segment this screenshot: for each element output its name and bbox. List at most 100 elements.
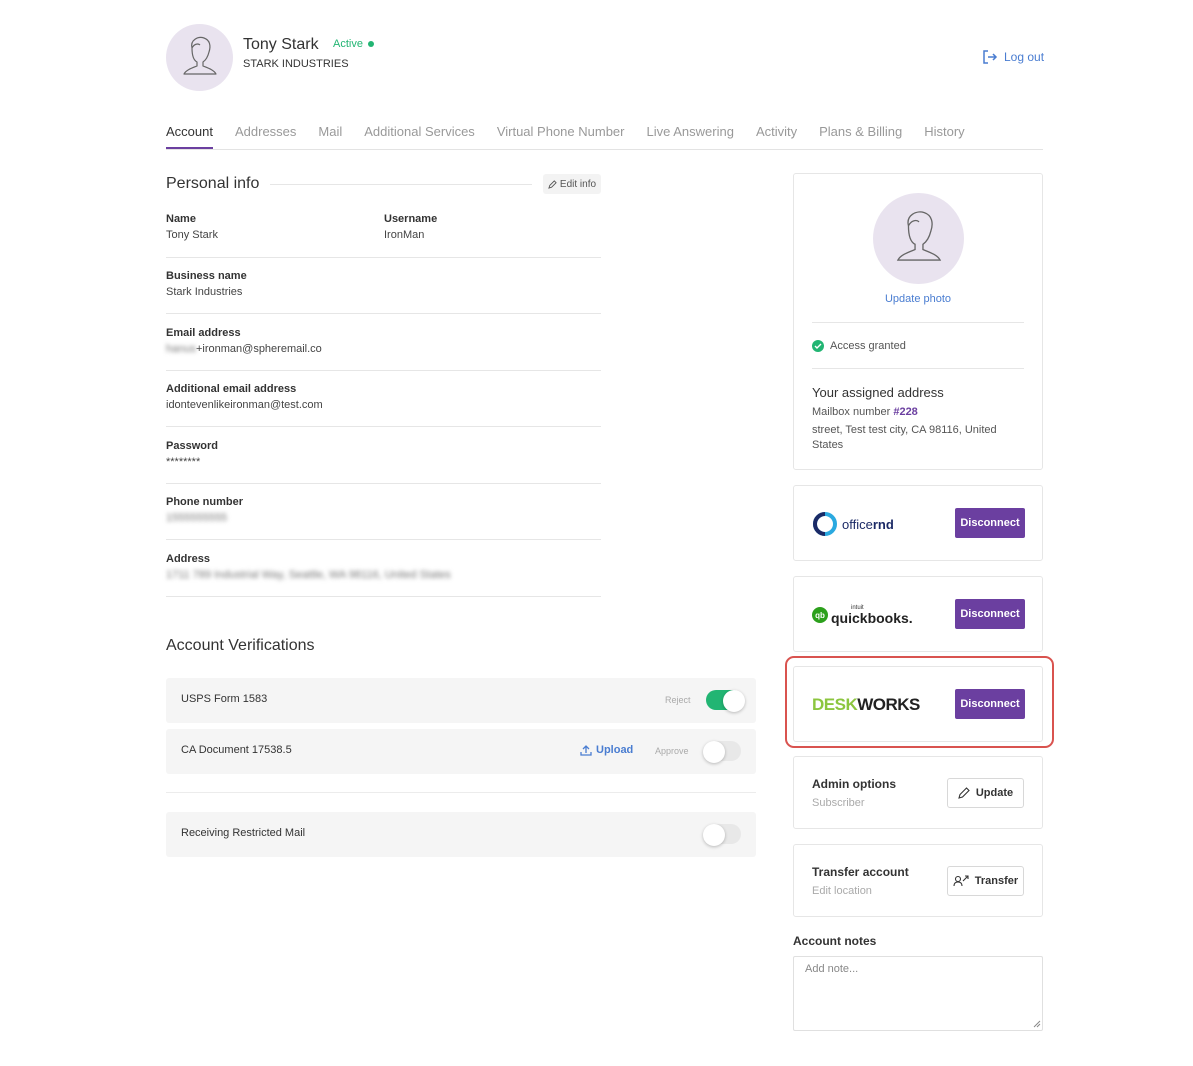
transfer-label: Transfer (974, 875, 1019, 887)
quickbooks-disconnect-button[interactable]: Disconnect (955, 599, 1025, 629)
verification-label: CA Document 17538.5 (181, 744, 292, 756)
name-value: Tony Stark (166, 229, 218, 241)
highlight-outline (785, 656, 1054, 748)
tab-bar: Account Addresses Mail Additional Servic… (166, 124, 1043, 150)
password-value: ******** (166, 456, 201, 468)
mailbox-number: Mailbox number #228 (812, 406, 918, 418)
field-divider (166, 257, 601, 258)
update-button[interactable]: Update (947, 778, 1024, 808)
access-status: Access granted (812, 340, 906, 352)
resize-handle-icon[interactable] (1033, 1020, 1041, 1028)
upload-icon (580, 745, 592, 756)
field-divider (166, 313, 601, 314)
email-label: Email address (166, 327, 241, 339)
admin-options-title: Admin options (812, 777, 896, 791)
card-divider (812, 322, 1024, 323)
edit-info-label: Edit info (559, 178, 597, 190)
verification-row-ca-document: CA Document 17538.5 Upload Approve (166, 729, 756, 774)
toggle-knob (703, 741, 725, 763)
tab-addresses[interactable]: Addresses (235, 124, 296, 149)
mailbox-label: Mailbox number (812, 406, 891, 418)
password-field: Password ******** (166, 440, 601, 468)
transfer-button[interactable]: Transfer (947, 866, 1024, 896)
password-label: Password (166, 440, 218, 452)
pencil-icon (958, 787, 970, 799)
status-label: Active (333, 38, 363, 50)
section-divider (270, 184, 532, 185)
address-label: Address (166, 553, 211, 565)
reject-label: Reject (665, 695, 691, 705)
field-divider (166, 370, 601, 371)
toggle-knob (723, 690, 745, 712)
integration-card-quickbooks: qb intuit quickbooks. Disconnect (793, 576, 1043, 652)
status-dot-icon (367, 41, 374, 47)
tab-virtual-phone-number[interactable]: Virtual Phone Number (497, 124, 625, 149)
tab-history[interactable]: History (924, 124, 964, 149)
business-field: Business name Stark Industries (166, 270, 601, 298)
restricted-mail-toggle[interactable] (703, 824, 741, 846)
name-field: Name Tony Stark (166, 213, 366, 241)
email-field: Email address hanus+ironman@spheremail.c… (166, 327, 601, 355)
business-value: Stark Industries (166, 286, 243, 298)
check-circle-icon (812, 340, 824, 352)
assigned-address-title: Your assigned address (812, 385, 944, 400)
username-field: Username IronMan (384, 213, 584, 241)
verification-label: USPS Form 1583 (181, 693, 268, 705)
email-value: hanus+ironman@spheremail.co (166, 343, 601, 355)
assigned-street: street, Test test city, CA 98116, United… (812, 424, 997, 451)
phone-label: Phone number (166, 496, 244, 508)
email-visible-part: +ironman@spheremail.co (195, 343, 322, 355)
restricted-mail-row: Receiving Restricted Mail (166, 812, 756, 857)
phone-value: 1555555555 (166, 512, 228, 524)
access-label: Access granted (830, 340, 906, 352)
transfer-title: Transfer account (812, 865, 909, 879)
officernd-disconnect-button[interactable]: Disconnect (955, 508, 1025, 538)
tab-mail[interactable]: Mail (318, 124, 342, 149)
business-label: Business name (166, 270, 247, 282)
admin-options-subtitle: Subscriber (812, 797, 865, 809)
profile-card: Update photo Access granted Your assigne… (793, 173, 1043, 470)
card-divider (812, 368, 1024, 369)
upload-button[interactable]: Upload (580, 744, 633, 756)
username-label: Username (384, 213, 438, 225)
edit-info-button[interactable]: Edit info (543, 174, 601, 194)
transfer-account-card: Transfer account Edit location Transfer (793, 844, 1043, 917)
person-silhouette-icon (182, 36, 217, 75)
phone-field: Phone number 1555555555 (166, 496, 601, 524)
tab-account[interactable]: Account (166, 124, 213, 149)
email-redacted-prefix: hanus (166, 343, 196, 355)
personal-info-title: Personal info (166, 175, 260, 192)
account-notes-label: Account notes (793, 934, 877, 948)
officernd-logo-text-a: office (842, 516, 873, 532)
pencil-icon (548, 179, 557, 189)
ca-document-toggle[interactable] (703, 741, 741, 763)
additional-email-field: Additional email address idontevenlikeir… (166, 383, 601, 411)
field-divider (166, 483, 601, 484)
section-divider (166, 792, 756, 793)
logout-link[interactable]: Log out (982, 50, 1044, 64)
account-notes-input[interactable] (793, 956, 1043, 1031)
additional-email-value: idontevenlikeironman@test.com (166, 399, 323, 411)
update-label: Update (975, 787, 1014, 799)
quickbooks-logo-text: quickbooks. (831, 610, 913, 626)
restricted-mail-label: Receiving Restricted Mail (181, 827, 306, 839)
update-photo-link[interactable]: Update photo (794, 293, 1042, 305)
tab-plans-billing[interactable]: Plans & Billing (819, 124, 902, 149)
svg-text:qb: qb (815, 611, 825, 620)
user-name: Tony Stark (243, 36, 319, 53)
usps-form-toggle[interactable] (706, 690, 745, 712)
admin-options-card: Admin options Subscriber Update (793, 756, 1043, 829)
tab-live-answering[interactable]: Live Answering (646, 124, 733, 149)
additional-email-label: Additional email address (166, 383, 297, 395)
tab-activity[interactable]: Activity (756, 124, 797, 149)
officernd-ring-icon (813, 512, 837, 536)
company-name: STARK INDUSTRIES (243, 58, 349, 70)
user-transfer-icon (953, 875, 969, 887)
account-verifications-title: Account Verifications (166, 637, 315, 654)
toggle-knob (703, 824, 725, 846)
upload-label: Upload (596, 744, 634, 756)
tab-additional-services[interactable]: Additional Services (364, 124, 475, 149)
mailbox-number-value: #228 (893, 406, 918, 418)
field-divider (166, 539, 601, 540)
profile-avatar (873, 193, 964, 284)
